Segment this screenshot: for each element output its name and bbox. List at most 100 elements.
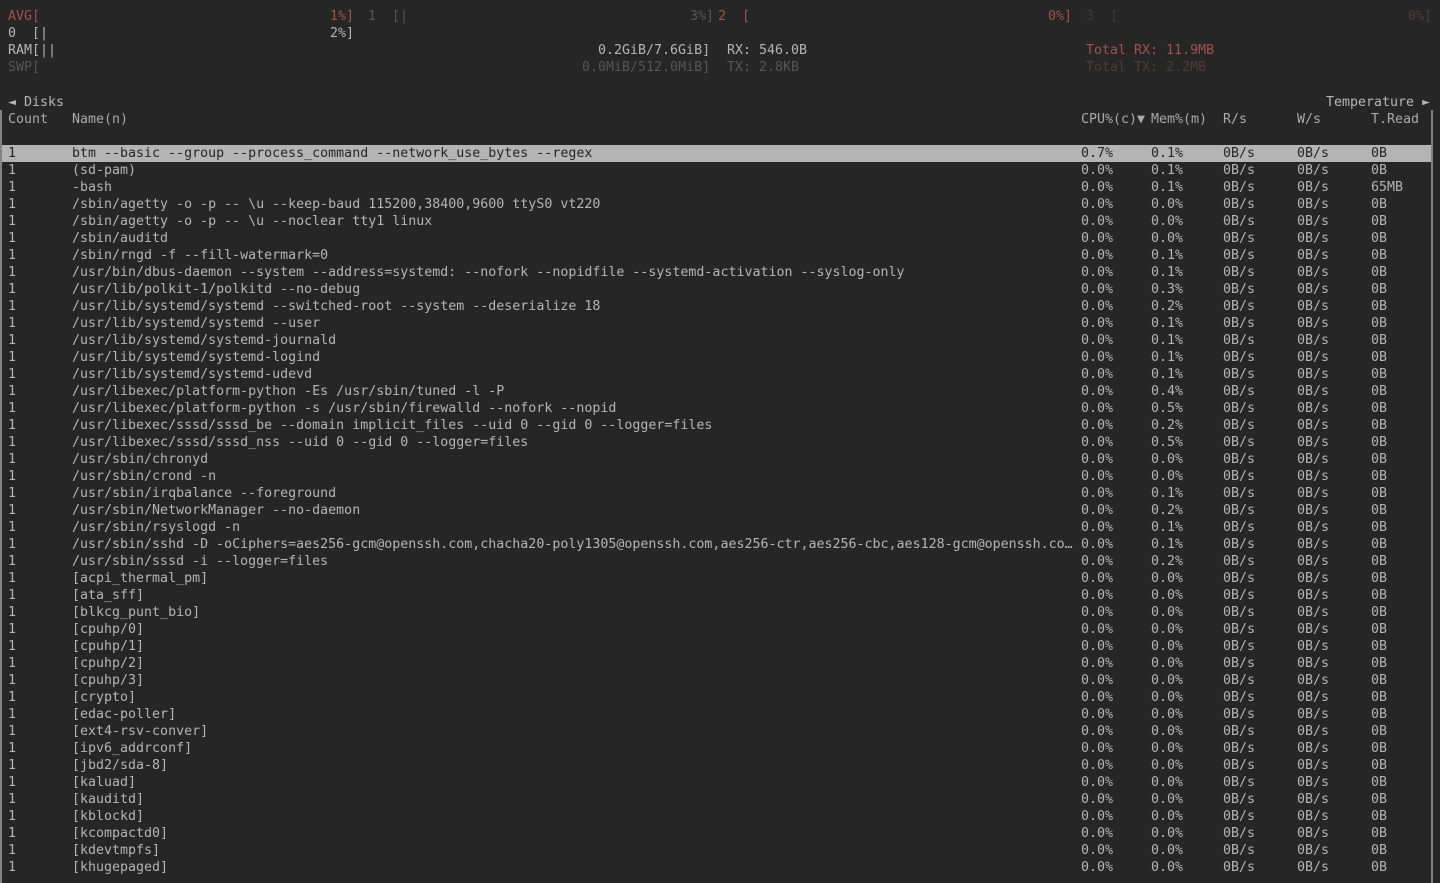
cell-mem: 0.1% (1151, 349, 1183, 366)
process-row[interactable]: 1/usr/sbin/irqbalance --foreground0.0%0.… (0, 485, 1440, 502)
cell-cpu: 0.0% (1081, 536, 1113, 553)
cell-mem: 0.3% (1151, 281, 1183, 298)
cell-mem: 0.0% (1151, 757, 1183, 774)
process-row[interactable]: 1/usr/lib/systemd/systemd-logind0.0%0.1%… (0, 349, 1440, 366)
process-row[interactable]: 1/usr/lib/systemd/systemd-udevd0.0%0.1%0… (0, 366, 1440, 383)
process-row[interactable]: 1[jbd2/sda-8]0.0%0.0%0B/s0B/s0B (0, 757, 1440, 774)
process-row[interactable]: 1/usr/lib/polkit-1/polkitd --no-debug0.0… (0, 281, 1440, 298)
cell-name: /sbin/agetty -o -p -- \u --noclear tty1 … (72, 213, 432, 230)
process-row[interactable]: 1/sbin/auditd0.0%0.0%0B/s0B/s0B (0, 230, 1440, 247)
process-row[interactable]: 1/usr/libexec/sssd/sssd_be --domain impl… (0, 417, 1440, 434)
process-table-header: Count Name(n) CPU%(c)▼ Mem%(m) R/s W/s T… (0, 111, 1440, 128)
cell-name: [blkcg_punt_bio] (72, 604, 200, 621)
swap-gauge-label: SWP[ (8, 59, 40, 76)
cell-cpu: 0.0% (1081, 315, 1113, 332)
process-row[interactable]: 1/usr/sbin/NetworkManager --no-daemon0.0… (0, 502, 1440, 519)
cell-count: 1 (8, 689, 16, 706)
cell-read: 0B/s (1223, 400, 1255, 417)
cell-count: 1 (8, 145, 16, 162)
process-row[interactable]: 1[kblockd]0.0%0.0%0B/s0B/s0B (0, 808, 1440, 825)
process-row[interactable]: 1[blkcg_punt_bio]0.0%0.0%0B/s0B/s0B (0, 604, 1440, 621)
process-row[interactable]: 1[khugepaged]0.0%0.0%0B/s0B/s0B (0, 859, 1440, 876)
cell-tread: 0B (1371, 808, 1387, 825)
nav-disks-button[interactable]: ◄ Disks (8, 94, 64, 111)
cell-write: 0B/s (1297, 366, 1329, 383)
cell-cpu: 0.0% (1081, 264, 1113, 281)
process-row[interactable]: 1[cpuhp/0]0.0%0.0%0B/s0B/s0B (0, 621, 1440, 638)
nav-temperature-button[interactable]: Temperature ► (1326, 94, 1430, 111)
process-row[interactable]: 1[ipv6_addrconf]0.0%0.0%0B/s0B/s0B (0, 740, 1440, 757)
process-row[interactable]: 1[ata_sff]0.0%0.0%0B/s0B/s0B (0, 587, 1440, 604)
process-row[interactable]: 1/usr/sbin/crond -n0.0%0.0%0B/s0B/s0B (0, 468, 1440, 485)
col-header-name[interactable]: Name(n) (72, 111, 128, 128)
process-row[interactable]: 1[cpuhp/1]0.0%0.0%0B/s0B/s0B (0, 638, 1440, 655)
process-row[interactable]: 1/usr/sbin/sshd -D -oCiphers=aes256-gcm@… (0, 536, 1440, 553)
cell-mem: 0.0% (1151, 689, 1183, 706)
process-row[interactable]: 1[crypto]0.0%0.0%0B/s0B/s0B (0, 689, 1440, 706)
cell-read: 0B/s (1223, 604, 1255, 621)
cell-tread: 0B (1371, 791, 1387, 808)
process-row[interactable]: 1[kaluad]0.0%0.0%0B/s0B/s0B (0, 774, 1440, 791)
process-row[interactable]: 1[cpuhp/2]0.0%0.0%0B/s0B/s0B (0, 655, 1440, 672)
process-row[interactable]: 1[cpuhp/3]0.0%0.0%0B/s0B/s0B (0, 672, 1440, 689)
process-row[interactable]: 1btm --basic --group --process_command -… (0, 145, 1431, 162)
process-row[interactable]: 1[acpi_thermal_pm]0.0%0.0%0B/s0B/s0B (0, 570, 1440, 587)
cell-cpu: 0.0% (1081, 842, 1113, 859)
process-row[interactable]: 1/usr/libexec/sssd/sssd_nss --uid 0 --gi… (0, 434, 1440, 451)
cell-mem: 0.0% (1151, 230, 1183, 247)
process-row[interactable]: 1/usr/lib/systemd/systemd --switched-roo… (0, 298, 1440, 315)
process-row[interactable]: 1/usr/libexec/platform-python -Es /usr/s… (0, 383, 1440, 400)
col-header-read[interactable]: R/s (1223, 111, 1247, 128)
cell-mem: 0.2% (1151, 553, 1183, 570)
cell-cpu: 0.0% (1081, 213, 1113, 230)
cell-name: /usr/lib/systemd/systemd --switched-root… (72, 298, 600, 315)
process-row[interactable]: 1[ext4-rsv-conver]0.0%0.0%0B/s0B/s0B (0, 723, 1440, 740)
cell-read: 0B/s (1223, 757, 1255, 774)
cell-read: 0B/s (1223, 281, 1255, 298)
cell-read: 0B/s (1223, 417, 1255, 434)
process-row[interactable]: 1/sbin/agetty -o -p -- \u --keep-baud 11… (0, 196, 1440, 213)
process-row[interactable]: 1/usr/libexec/platform-python -s /usr/sb… (0, 400, 1440, 417)
process-row[interactable]: 1/sbin/agetty -o -p -- \u --noclear tty1… (0, 213, 1440, 230)
col-header-tread[interactable]: T.Read (1371, 111, 1419, 128)
cell-count: 1 (8, 349, 16, 366)
cell-read: 0B/s (1223, 247, 1255, 264)
col-header-write[interactable]: W/s (1297, 111, 1321, 128)
cpu-core0-gauge-label: 0 [| (8, 25, 48, 42)
cell-name: /usr/lib/polkit-1/polkitd --no-debug (72, 281, 360, 298)
cpu-core3-gauge-value: 0%] (1408, 8, 1432, 25)
cell-count: 1 (8, 587, 16, 604)
cell-count: 1 (8, 332, 16, 349)
col-header-count[interactable]: Count (8, 111, 48, 128)
col-header-mem[interactable]: Mem%(m) (1151, 111, 1207, 128)
process-row[interactable]: 1[edac-poller]0.0%0.0%0B/s0B/s0B (0, 706, 1440, 723)
process-table-body: 1btm --basic --group --process_command -… (0, 145, 1440, 876)
cell-name: /usr/sbin/irqbalance --foreground (72, 485, 336, 502)
cpu-core2-gauge-label: 2 [ (718, 8, 750, 25)
cell-count: 1 (8, 757, 16, 774)
cell-count: 1 (8, 315, 16, 332)
memory-network-row-1: RAM[|| 0.2GiB/7.6GiB] RX: 546.0B Total R… (0, 42, 1440, 59)
process-row[interactable]: 1/usr/bin/dbus-daemon --system --address… (0, 264, 1440, 281)
process-row[interactable]: 1/sbin/rngd -f --fill-watermark=00.0%0.1… (0, 247, 1440, 264)
cell-cpu: 0.0% (1081, 570, 1113, 587)
cell-read: 0B/s (1223, 842, 1255, 859)
process-row[interactable]: 1[kauditd]0.0%0.0%0B/s0B/s0B (0, 791, 1440, 808)
cell-tread: 0B (1371, 757, 1387, 774)
cell-cpu: 0.0% (1081, 502, 1113, 519)
process-row[interactable]: 1[kdevtmpfs]0.0%0.0%0B/s0B/s0B (0, 842, 1440, 859)
process-row[interactable]: 1/usr/lib/systemd/systemd-journald0.0%0.… (0, 332, 1440, 349)
process-row[interactable]: 1/usr/sbin/rsyslogd -n0.0%0.1%0B/s0B/s0B (0, 519, 1440, 536)
process-row[interactable]: 1/usr/sbin/chronyd0.0%0.0%0B/s0B/s0B (0, 451, 1440, 468)
col-header-cpu-sorted[interactable]: CPU%(c)▼ (1081, 111, 1145, 128)
process-row[interactable]: 1-bash0.0%0.1%0B/s0B/s65MB (0, 179, 1440, 196)
cell-tread: 0B (1371, 570, 1387, 587)
cell-mem: 0.0% (1151, 774, 1183, 791)
process-row[interactable]: 1/usr/sbin/sssd -i --logger=files0.0%0.2… (0, 553, 1440, 570)
process-row[interactable]: 1(sd-pam)0.0%0.1%0B/s0B/s0B (0, 162, 1440, 179)
cell-tread: 0B (1371, 298, 1387, 315)
process-row[interactable]: 1/usr/lib/systemd/systemd --user0.0%0.1%… (0, 315, 1440, 332)
cell-count: 1 (8, 468, 16, 485)
process-row[interactable]: 1[kcompactd0]0.0%0.0%0B/s0B/s0B (0, 825, 1440, 842)
cell-mem: 0.0% (1151, 791, 1183, 808)
